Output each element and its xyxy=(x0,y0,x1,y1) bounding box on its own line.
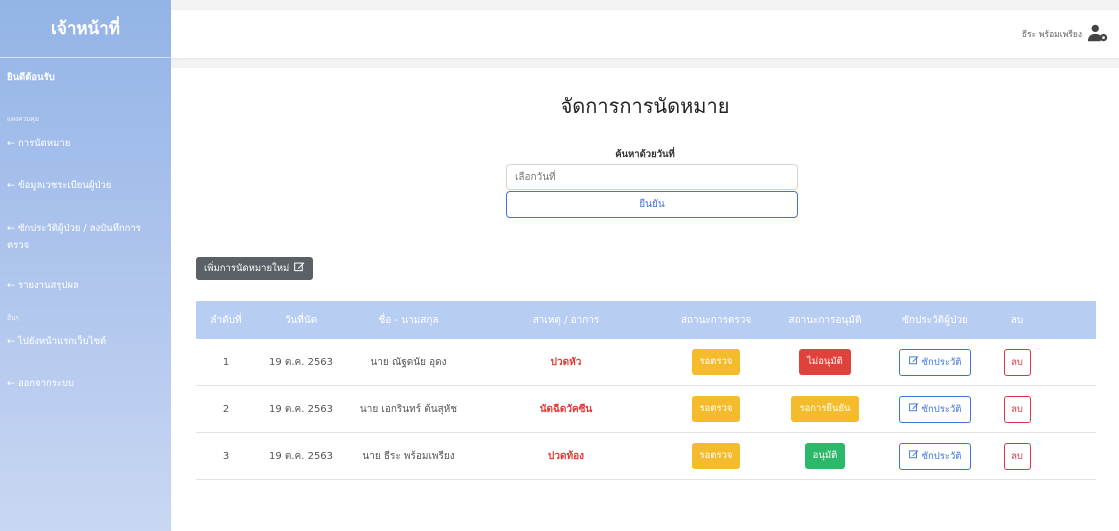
history-button[interactable]: ซักประวัติ xyxy=(898,442,972,470)
user-name[interactable]: ธีระ พร้อมเพรียง xyxy=(1022,27,1082,41)
search-label: ค้นหาด้วยวันที่ xyxy=(615,149,675,160)
row-reason: ปวดท้อง xyxy=(548,450,584,462)
row-date: 19 ต.ค. 2563 xyxy=(268,356,334,368)
delete-button[interactable]: ลบ xyxy=(1003,348,1031,376)
edit-icon xyxy=(294,262,305,272)
date-input[interactable] xyxy=(506,164,798,190)
sidebar-item-reports[interactable]: ← รายงานสรุปผล xyxy=(7,278,79,294)
delete-button[interactable]: ลบ xyxy=(1003,395,1031,423)
sidebar-item-appointments[interactable]: ← การนัดหมาย xyxy=(7,136,70,152)
sidebar-item-medical-records[interactable]: ← ข้อมูลเวชระเบียนผู้ป่วย xyxy=(7,178,111,194)
main-panel: จัดการการนัดหมาย ค้นหาด้วยวันที่ ยืนยัน … xyxy=(171,68,1119,531)
edit-icon xyxy=(908,402,918,411)
history-label: ซักประวัติ xyxy=(921,450,962,462)
sidebar: เจ้าหน้าที่ ยินดีต้อนรับ แผงควบคุม ← การ… xyxy=(0,0,171,531)
approval-status-badge[interactable]: ไม่อนุมัติ xyxy=(799,349,851,375)
exam-status-badge: รอตรวจ xyxy=(691,443,741,469)
header-history: ซักประวัติผู้ป่วย xyxy=(902,314,968,326)
section-control-label: แผงควบคุม xyxy=(7,115,39,123)
add-appointment-label: เพิ่มการนัดหมายใหม่ xyxy=(204,263,290,274)
page-title: จัดการการนัดหมาย xyxy=(560,94,730,118)
edit-icon xyxy=(908,449,918,458)
sidebar-item-home[interactable]: ← ไปยังหน้าแรกเว็บไซต์ xyxy=(7,334,106,350)
row-no: 1 xyxy=(222,356,230,368)
row-reason: นัดฉีดวัคซีน xyxy=(539,403,593,415)
table-row: 1 19 ต.ค. 2563 นาย ณัฐดนัย อุดง ปวดหัว รอตรว… xyxy=(196,339,1096,386)
approval-status-badge[interactable]: รอการยืนยัน xyxy=(791,396,859,422)
approval-status-badge[interactable]: อนุมัติ xyxy=(804,443,846,469)
header-name: ชื่อ - นามสกุล xyxy=(378,314,439,326)
history-label: ซักประวัติ xyxy=(921,403,962,415)
header-exam-status: สถานะการตรวจ xyxy=(680,314,752,326)
row-reason: ปวดหัว xyxy=(550,356,582,368)
header-no: ลำดับที่ xyxy=(210,314,242,326)
table-row: 3 19 ต.ค. 2563 นาย ธีระ พร้อมเพรียง ปวดท้อง… xyxy=(196,433,1096,480)
history-button[interactable]: ซักประวัติ xyxy=(898,395,972,423)
delete-button[interactable]: ลบ xyxy=(1003,442,1031,470)
confirm-button[interactable]: ยืนยัน xyxy=(506,191,798,218)
row-date: 19 ต.ค. 2563 xyxy=(268,403,334,415)
header-delete: ลบ xyxy=(1010,314,1024,326)
row-date: 19 ต.ค. 2563 xyxy=(268,450,334,462)
user-cog-icon[interactable] xyxy=(1087,22,1109,44)
history-button[interactable]: ซักประวัติ xyxy=(898,348,972,376)
add-appointment-button[interactable]: เพิ่มการนัดหมายใหม่ xyxy=(196,257,314,280)
exam-status-badge: รอตรวจ xyxy=(691,349,741,375)
sidebar-item-history-cont[interactable]: ตรวจ xyxy=(7,238,29,254)
table-header: ลำดับที่ วันที่นัด ชื่อ - นามสกุล สาเหตุ… xyxy=(196,301,1096,339)
row-name: นาย เอกรินทร์ ต้นสุหัช xyxy=(359,403,458,415)
row-no: 3 xyxy=(222,450,230,462)
table-row: 2 19 ต.ค. 2563 นาย เอกรินทร์ ต้นสุหัช นัดฉี… xyxy=(196,386,1096,433)
exam-status-badge: รอตรวจ xyxy=(691,396,741,422)
header-reason: สาเหตุ / อาการ xyxy=(532,314,600,326)
history-label: ซักประวัติ xyxy=(921,356,962,368)
sidebar-brand: เจ้าหน้าที่ xyxy=(0,0,171,58)
sidebar-item-logout[interactable]: ← ออกจากระบบ xyxy=(7,376,74,392)
edit-icon xyxy=(908,355,918,364)
row-no: 2 xyxy=(222,403,230,415)
sidebar-item-history[interactable]: ← ซักประวัติผู้ป่วย / ลงบันทึกการ xyxy=(7,221,141,237)
header-approval: สถานะการอนุมัติ xyxy=(788,314,862,326)
row-name: นาย ณัฐดนัย อุดง xyxy=(370,356,447,368)
topbar: ธีระ พร้อมเพรียง xyxy=(171,10,1119,58)
section-other-label: อื่นๆ xyxy=(7,314,19,322)
header-date: วันที่นัด xyxy=(284,314,318,326)
row-name: นาย ธีระ พร้อมเพรียง xyxy=(362,450,455,462)
appointments-table: ลำดับที่ วันที่นัด ชื่อ - นามสกุล สาเหตุ… xyxy=(196,301,1096,480)
welcome-text: ยินดีต้อนรับ xyxy=(7,72,55,83)
